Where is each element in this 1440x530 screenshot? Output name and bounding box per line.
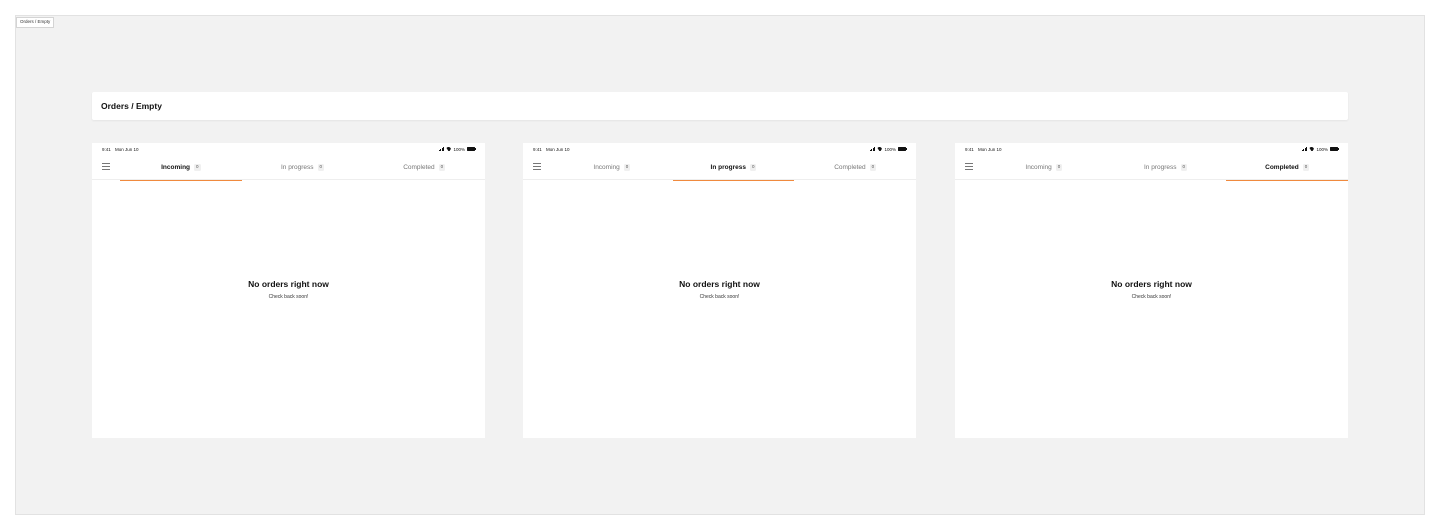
tablet-screen-incoming: 9:41 Mon Jun 10 100% Incoming 0 In progr…	[92, 143, 485, 438]
tab-in-progress[interactable]: In progress 0	[1105, 155, 1227, 180]
empty-state-title: No orders right now	[1111, 279, 1192, 289]
tab-label: Completed	[834, 164, 866, 171]
menu-icon[interactable]	[965, 163, 973, 170]
status-date: Mon Jun 10	[546, 146, 570, 152]
tab-label: Incoming	[161, 164, 191, 171]
status-date: Mon Jun 10	[978, 146, 1002, 152]
page-title: Orders / Empty	[101, 101, 162, 111]
tab-label: Completed	[1265, 164, 1299, 171]
tab-count-badge: 0	[869, 164, 877, 171]
status-time: 9:41	[102, 146, 111, 152]
tab-label: In progress	[710, 164, 746, 171]
empty-state-subtitle: Check back soon!	[268, 294, 309, 300]
tab-completed[interactable]: Completed 0	[363, 155, 485, 180]
tab-label: In progress	[280, 164, 314, 171]
tablet-screen-completed: 9:41 Mon Jun 10 100% Incoming 0 In progr…	[955, 143, 1348, 438]
battery-icon	[898, 147, 908, 151]
empty-state-title: No orders right now	[248, 279, 329, 289]
wifi-icon	[446, 147, 451, 151]
tab-incoming[interactable]: Incoming 0	[983, 155, 1105, 180]
page-header: Orders / Empty	[92, 92, 1348, 120]
empty-state-subtitle: Check back soon!	[699, 294, 740, 300]
status-bar: 9:41 Mon Jun 10 100%	[102, 145, 477, 153]
status-time: 9:41	[533, 146, 542, 152]
tab-label: In progress	[1143, 164, 1177, 171]
tab-in-progress[interactable]: In progress 0	[242, 155, 364, 180]
tab-label: Incoming	[1025, 164, 1052, 171]
battery-percent: 100%	[453, 146, 465, 152]
tab-count-badge: 0	[1302, 164, 1310, 171]
nav-bar: Incoming 0 In progress 0 Completed 0	[523, 155, 916, 181]
battery-percent: 100%	[1316, 146, 1328, 152]
status-date: Mon Jun 10	[115, 146, 139, 152]
status-bar: 9:41 Mon Jun 10 100%	[965, 145, 1340, 153]
empty-state: No orders right now Check back soon!	[955, 279, 1348, 300]
empty-state-subtitle: Check back soon!	[1131, 294, 1172, 300]
tab-count-badge: 0	[1180, 164, 1188, 171]
nav-bar: Incoming 0 In progress 0 Completed 0	[92, 155, 485, 181]
signal-icon	[1301, 147, 1308, 151]
tab-count-badge: 0	[1055, 164, 1063, 171]
wifi-icon	[877, 147, 882, 151]
order-tabs: Incoming 0 In progress 0 Completed 0	[551, 155, 916, 181]
tablet-screen-in-progress: 9:41 Mon Jun 10 100% Incoming 0 In progr…	[523, 143, 916, 438]
battery-icon	[467, 147, 477, 151]
order-tabs: Incoming 0 In progress 0 Completed 0	[120, 155, 485, 181]
tab-count-badge: 0	[438, 164, 446, 171]
empty-state-title: No orders right now	[679, 279, 760, 289]
battery-icon	[1330, 147, 1340, 151]
tab-completed[interactable]: Completed 0	[1226, 155, 1348, 181]
tab-incoming[interactable]: Incoming 0	[120, 155, 242, 181]
empty-state: No orders right now Check back soon!	[523, 279, 916, 300]
wifi-icon	[1309, 147, 1314, 151]
signal-icon	[438, 147, 445, 151]
tab-count-badge: 0	[749, 164, 757, 171]
menu-icon[interactable]	[533, 163, 541, 170]
tab-completed[interactable]: Completed 0	[794, 155, 916, 180]
status-time: 9:41	[965, 146, 974, 152]
tab-label: Incoming	[593, 164, 620, 171]
tab-in-progress[interactable]: In progress 0	[672, 155, 795, 181]
tab-incoming[interactable]: Incoming 0	[551, 155, 673, 180]
signal-icon	[869, 147, 876, 151]
empty-state: No orders right now Check back soon!	[92, 279, 485, 300]
nav-bar: Incoming 0 In progress 0 Completed 0	[955, 155, 1348, 181]
status-bar: 9:41 Mon Jun 10 100%	[533, 145, 908, 153]
battery-percent: 100%	[884, 146, 896, 152]
tab-count-badge: 0	[194, 164, 201, 171]
tab-count-badge: 0	[317, 164, 325, 171]
tab-count-badge: 0	[623, 164, 631, 171]
tab-label: Completed	[403, 164, 435, 171]
order-tabs: Incoming 0 In progress 0 Completed 0	[983, 155, 1348, 181]
menu-icon[interactable]	[102, 163, 110, 170]
frame-label: Orders / Empty	[16, 17, 55, 28]
